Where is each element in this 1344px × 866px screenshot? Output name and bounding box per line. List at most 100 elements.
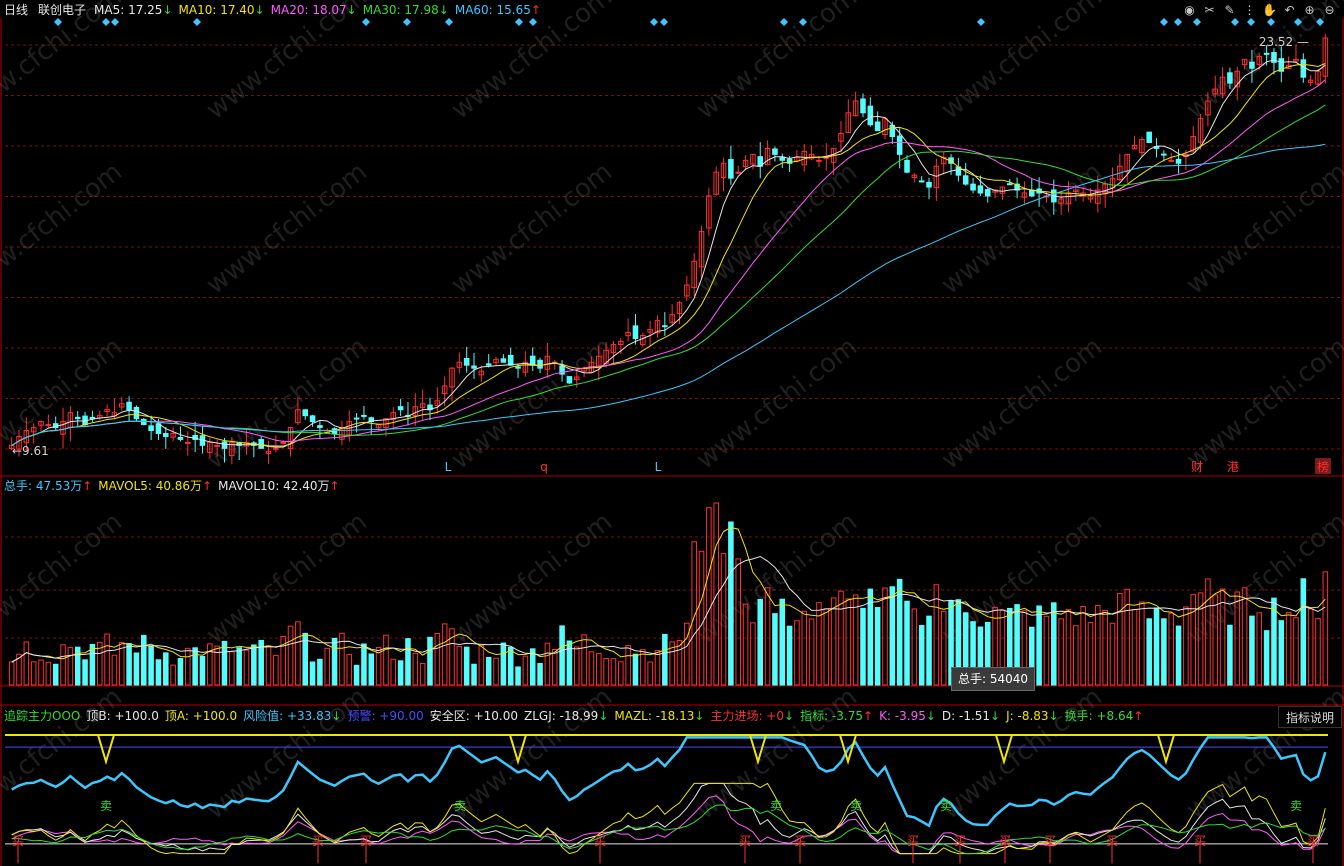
candle-body[interactable] xyxy=(309,415,316,423)
volume-bar[interactable] xyxy=(1307,608,1314,686)
volume-bar[interactable] xyxy=(794,620,800,686)
volume-bar[interactable] xyxy=(559,625,565,686)
candle-body[interactable] xyxy=(397,406,404,411)
volume-bar[interactable] xyxy=(1043,615,1050,686)
volume-bar[interactable] xyxy=(60,644,66,686)
volume-bar[interactable] xyxy=(1117,593,1123,686)
candle-body[interactable] xyxy=(74,416,81,420)
volume-bar[interactable] xyxy=(867,588,874,686)
candle-body[interactable] xyxy=(970,183,976,191)
candle-body[interactable] xyxy=(273,447,279,450)
volume-bar[interactable] xyxy=(808,618,815,686)
candle-body[interactable] xyxy=(537,359,543,369)
volume-bar[interactable] xyxy=(478,645,485,686)
volume-bar[interactable] xyxy=(654,650,661,686)
candle-body[interactable] xyxy=(984,189,991,197)
volume-bar[interactable] xyxy=(485,656,492,686)
candle-body[interactable] xyxy=(1300,59,1307,78)
volume-bar[interactable] xyxy=(830,597,837,686)
volume-bar[interactable] xyxy=(581,634,587,686)
volume-bar[interactable] xyxy=(515,666,521,686)
candle-body[interactable] xyxy=(353,417,360,420)
volume-bar[interactable] xyxy=(192,647,198,686)
volume-bar[interactable] xyxy=(911,608,918,686)
volume-bar[interactable] xyxy=(882,587,888,686)
volume-bar[interactable] xyxy=(500,642,507,686)
candle-body[interactable] xyxy=(507,354,514,366)
volume-bar[interactable] xyxy=(610,658,617,686)
volume-bar[interactable] xyxy=(1278,620,1285,686)
candle-body[interactable] xyxy=(632,325,639,339)
volume-bar[interactable] xyxy=(148,646,154,686)
volume-bar[interactable] xyxy=(251,644,257,686)
candle-body[interactable] xyxy=(140,418,147,426)
indicator-help-button[interactable]: 指标说明 xyxy=(1278,706,1342,728)
candle-body[interactable] xyxy=(1161,153,1167,156)
candle-body[interactable] xyxy=(126,401,132,411)
candle-body[interactable] xyxy=(926,181,932,188)
volume-bar[interactable] xyxy=(1087,622,1094,686)
candle-body[interactable] xyxy=(485,363,492,366)
volume-bar[interactable] xyxy=(199,655,206,686)
eye-icon[interactable]: ◉ xyxy=(1181,1,1198,18)
candle-body[interactable] xyxy=(816,159,822,162)
zoom-out-icon[interactable]: ⊖ xyxy=(1321,1,1338,18)
volume-bar[interactable] xyxy=(456,645,463,686)
candle-body[interactable] xyxy=(163,433,169,437)
volume-bar[interactable] xyxy=(361,643,367,686)
volume-bar[interactable] xyxy=(1080,605,1086,686)
candle-body[interactable] xyxy=(728,159,734,179)
volume-bar[interactable] xyxy=(1102,609,1108,686)
candle-body[interactable] xyxy=(317,425,323,429)
volume-bar[interactable] xyxy=(1227,624,1233,686)
volume-bar[interactable] xyxy=(874,607,881,686)
volume-bar[interactable] xyxy=(317,658,323,686)
volume-bar[interactable] xyxy=(1293,617,1299,686)
scissors-icon[interactable]: ✂ xyxy=(1201,1,1218,18)
candle-body[interactable] xyxy=(867,105,874,126)
volume-bar[interactable] xyxy=(309,661,316,686)
volume-bar[interactable] xyxy=(1065,609,1072,686)
candle-body[interactable] xyxy=(662,325,668,328)
volume-bar[interactable] xyxy=(728,521,734,686)
volume-bar[interactable] xyxy=(772,613,778,686)
volume-bar[interactable] xyxy=(8,661,15,686)
volume-bar[interactable] xyxy=(324,647,331,686)
volume-bar[interactable] xyxy=(52,663,59,686)
volume-bar[interactable] xyxy=(229,651,235,686)
volume-bar[interactable] xyxy=(1285,611,1292,686)
candle-body[interactable] xyxy=(148,425,154,432)
volume-bar[interactable] xyxy=(412,652,419,686)
volume-bar[interactable] xyxy=(632,653,639,686)
volume-bar[interactable] xyxy=(1322,571,1329,686)
volume-bar[interactable] xyxy=(1315,618,1321,686)
volume-bar[interactable] xyxy=(419,663,426,686)
candle-body[interactable] xyxy=(977,185,984,194)
volume-bar[interactable] xyxy=(346,653,353,686)
candle-body[interactable] xyxy=(500,358,507,363)
volume-bar[interactable] xyxy=(1300,578,1307,686)
volume-bar[interactable] xyxy=(273,654,279,686)
volume-bar[interactable] xyxy=(1153,607,1160,686)
volume-bar[interactable] xyxy=(1249,615,1255,686)
volume-bar[interactable] xyxy=(405,638,411,686)
back-icon[interactable]: ↶ xyxy=(1281,1,1298,18)
volume-bar[interactable] xyxy=(471,663,477,686)
candle-body[interactable] xyxy=(860,98,866,114)
volume-bar[interactable] xyxy=(1109,622,1116,686)
volume-bar[interactable] xyxy=(463,646,470,686)
volume-bar[interactable] xyxy=(926,615,932,686)
candle-body[interactable] xyxy=(874,121,881,132)
volume-bar[interactable] xyxy=(302,632,309,686)
candle-body[interactable] xyxy=(896,135,903,155)
volume-bar[interactable] xyxy=(573,646,580,686)
candle-body[interactable] xyxy=(155,423,162,434)
candle-body[interactable] xyxy=(772,148,778,155)
volume-bar[interactable] xyxy=(236,647,242,686)
volume-bar[interactable] xyxy=(163,652,169,686)
candle-body[interactable] xyxy=(779,156,786,161)
volume-bar[interactable] xyxy=(185,647,191,686)
stock-chart[interactable]: www.cfchi.com www.cfchi.com www.cfchi.com w… xyxy=(0,0,1344,866)
volume-bar[interactable] xyxy=(45,661,52,686)
volume-bar[interactable] xyxy=(30,661,37,686)
